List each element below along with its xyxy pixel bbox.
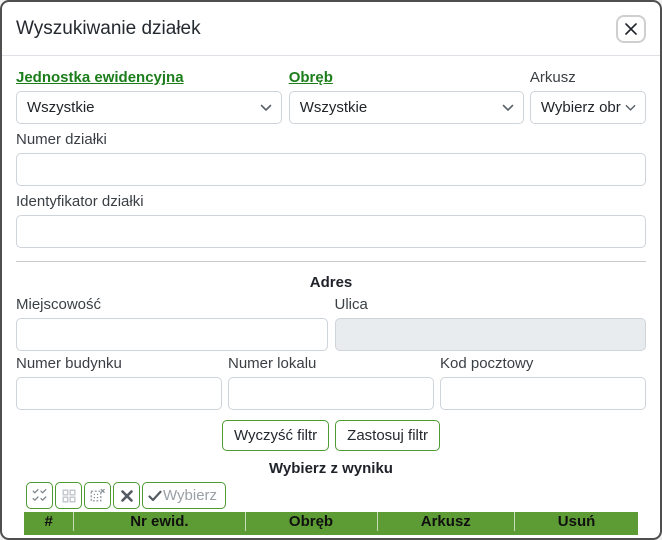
jednostka-selected-value: Wszystkie (27, 99, 95, 116)
deselect-grid-icon (90, 488, 105, 503)
select-all-button[interactable] (26, 482, 53, 509)
column-header-usun: Usuń (515, 512, 638, 533)
kod-pocztowy-input[interactable] (440, 377, 646, 410)
chevron-down-icon (621, 99, 636, 116)
select-all-grid-icon (32, 488, 47, 503)
kod-pocztowy-label: Kod pocztowy (440, 355, 646, 373)
arkusz-label: Arkusz (530, 69, 646, 87)
clear-filter-button[interactable]: Wyczyść filtr (222, 420, 329, 451)
clear-selection-button[interactable] (113, 482, 140, 509)
results-toolbar: Wybierz (26, 482, 638, 509)
results-table-header-row: # Nr ewid. Obręb Arkusz Usuń (24, 512, 638, 533)
arkusz-select[interactable]: Wybierz obr (530, 91, 646, 124)
column-header-nr-ewid: Nr ewid. (74, 512, 245, 533)
jednostka-ewidencyjna-select[interactable]: Wszystkie (16, 91, 282, 124)
column-header-arkusz: Arkusz (377, 512, 515, 533)
results-section-title: Wybierz z wyniku (16, 460, 646, 477)
numer-lokalu-input[interactable] (228, 377, 434, 410)
deselect-button[interactable] (84, 482, 111, 509)
close-icon (624, 22, 638, 36)
grid-panes-button[interactable] (55, 482, 82, 509)
grid-panes-icon (62, 489, 76, 503)
numer-budynku-label: Numer budynku (16, 355, 222, 373)
results-table: # Nr ewid. Obręb Arkusz Usuń (24, 512, 638, 535)
dialog-body: Jednostka ewidencyjna Wszystkie Obręb Ws… (2, 56, 660, 538)
section-divider (16, 261, 646, 262)
numer-lokalu-label: Numer lokalu (228, 355, 434, 373)
column-header-index: # (24, 512, 74, 533)
miejscowosc-label: Miejscowość (16, 296, 328, 314)
numer-budynku-input[interactable] (16, 377, 222, 410)
address-section-title: Adres (16, 274, 646, 291)
obreb-link[interactable]: Obręb (289, 69, 333, 87)
apply-filter-button[interactable]: Zastosuj filtr (335, 420, 440, 451)
obreb-select[interactable]: Wszystkie (289, 91, 524, 124)
miejscowosc-input[interactable] (16, 318, 328, 351)
ulica-input (335, 318, 647, 351)
arkusz-selected-value: Wybierz obr (541, 99, 621, 116)
chevron-down-icon (256, 99, 272, 116)
parcel-search-dialog: Wyszukiwanie działek Jednostka ewidencyj… (0, 0, 662, 540)
dialog-title: Wyszukiwanie działek (16, 18, 201, 40)
dialog-header: Wyszukiwanie działek (2, 2, 660, 56)
identyfikator-dzialki-label: Identyfikator działki (16, 193, 646, 211)
ulica-label: Ulica (335, 296, 647, 314)
obreb-selected-value: Wszystkie (300, 99, 368, 116)
numer-dzialki-input[interactable] (16, 153, 646, 186)
numer-dzialki-label: Numer działki (16, 131, 646, 149)
chevron-down-icon (498, 99, 514, 116)
clear-selection-x-icon (120, 489, 134, 503)
identyfikator-dzialki-input[interactable] (16, 215, 646, 248)
check-icon (148, 490, 162, 502)
wybierz-button-label: Wybierz (163, 487, 217, 504)
jednostka-ewidencyjna-link[interactable]: Jednostka ewidencyjna (16, 69, 184, 87)
column-header-obreb: Obręb (245, 512, 377, 533)
wybierz-button[interactable]: Wybierz (142, 482, 226, 509)
close-button[interactable] (616, 15, 646, 43)
results-section: Wybierz # Nr ewid. Obręb Arkusz (16, 482, 646, 535)
